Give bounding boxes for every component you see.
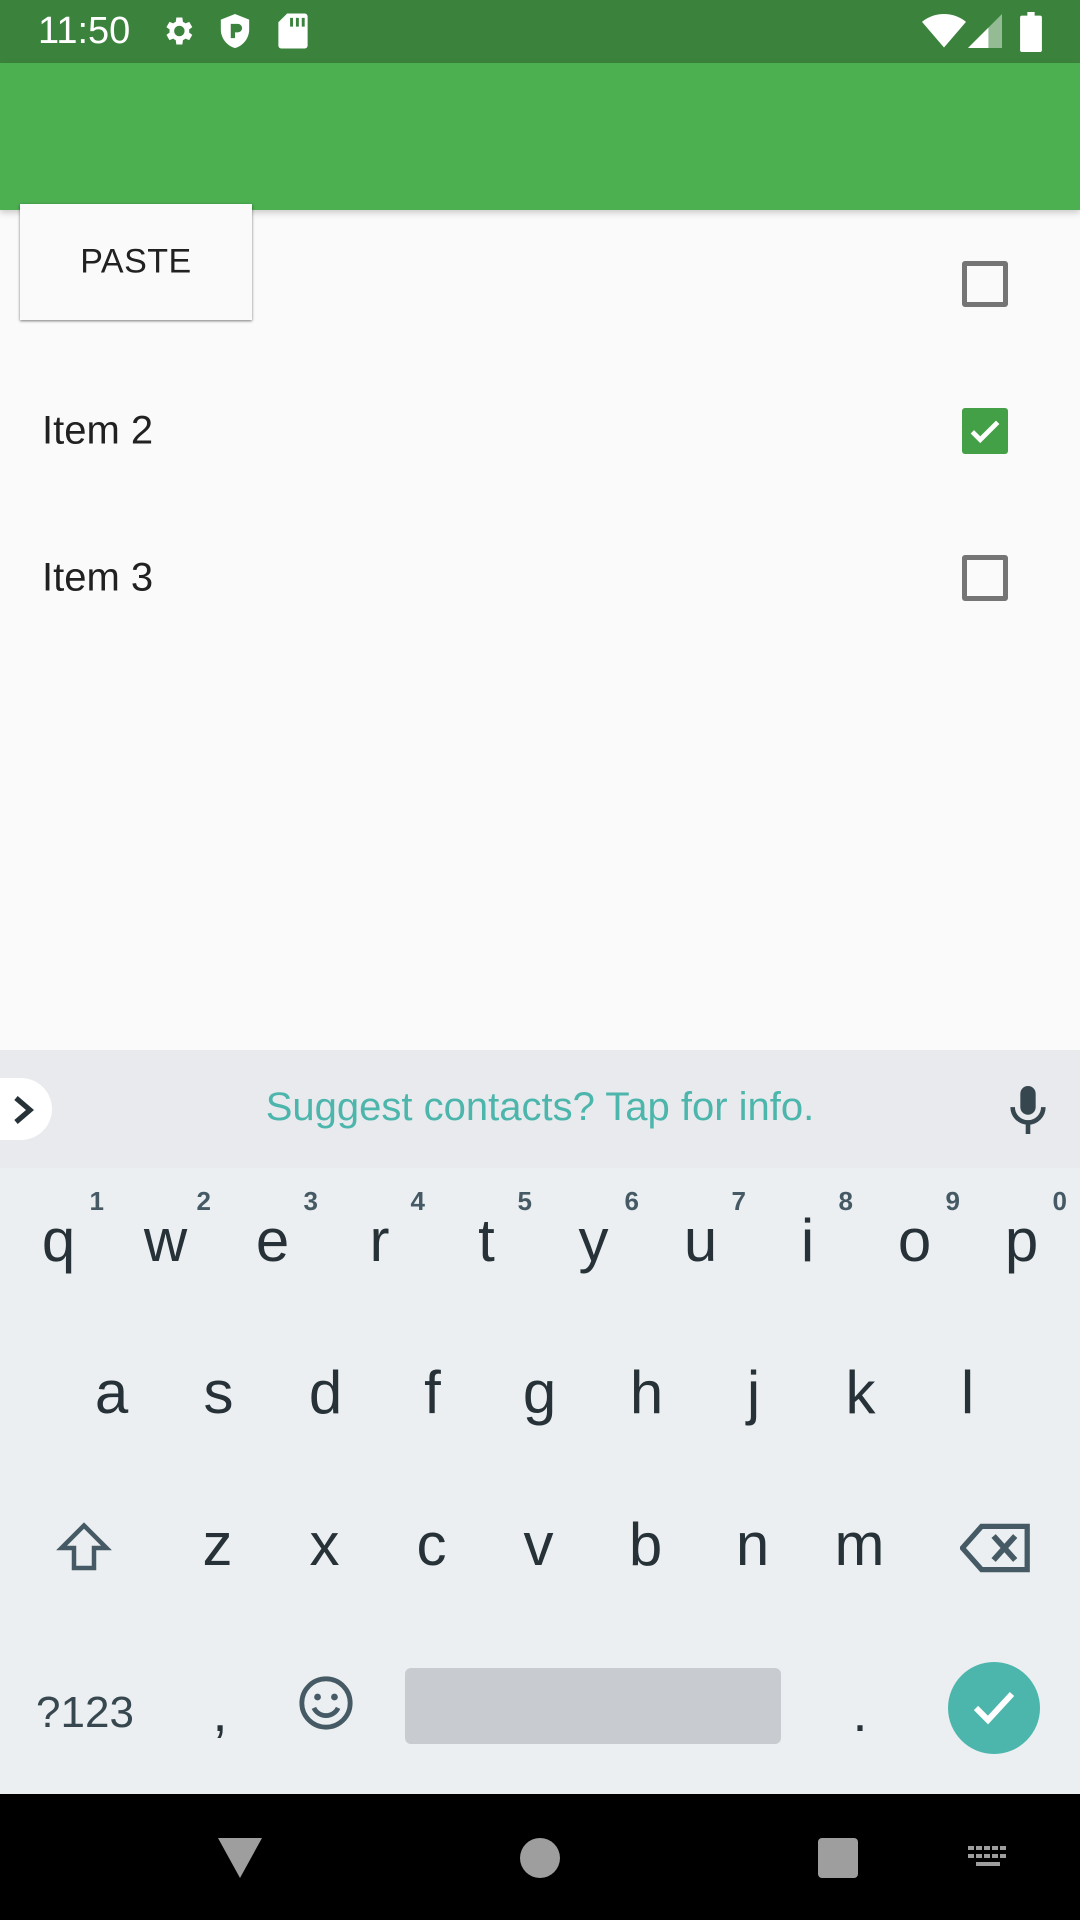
key-n[interactable]: n <box>699 1472 806 1620</box>
back-button[interactable] <box>200 1794 280 1920</box>
comma-key[interactable]: , <box>170 1630 270 1778</box>
key-t[interactable]: t5 <box>433 1168 540 1316</box>
space-key[interactable] <box>405 1668 781 1744</box>
key-label: s <box>203 1359 234 1426</box>
key-j[interactable]: j <box>700 1320 807 1468</box>
keyboard-switch-icon <box>968 1846 1006 1866</box>
back-icon <box>218 1838 262 1878</box>
key-label: d <box>308 1359 343 1426</box>
key-d[interactable]: d <box>272 1320 379 1468</box>
key-label: k <box>845 1359 876 1426</box>
key-k[interactable]: k <box>807 1320 914 1468</box>
key-l[interactable]: l <box>914 1320 1021 1468</box>
recents-button[interactable] <box>800 1794 880 1920</box>
key-label: c <box>416 1511 447 1578</box>
key-label: l <box>960 1359 975 1426</box>
status-time: 11:50 <box>38 10 131 52</box>
key-hint: 2 <box>196 1186 211 1216</box>
key-b[interactable]: b <box>592 1472 699 1620</box>
key-c[interactable]: c <box>378 1472 485 1620</box>
key-e[interactable]: e3 <box>219 1168 326 1316</box>
item-label: Item 2 <box>42 408 154 452</box>
key-a[interactable]: a <box>58 1320 165 1468</box>
key-hint: 7 <box>731 1186 746 1216</box>
symbols-label: ?123 <box>36 1688 134 1737</box>
navigation-bar <box>0 1794 1080 1920</box>
key-label: x <box>309 1511 340 1578</box>
key-label: m <box>834 1511 885 1578</box>
recents-icon <box>818 1838 858 1878</box>
keyboard-switch-button[interactable] <box>960 1794 1060 1920</box>
item-checkbox[interactable] <box>962 260 1008 307</box>
emoji-key[interactable] <box>275 1630 375 1778</box>
sd-card-icon <box>278 12 308 55</box>
backspace-key[interactable] <box>940 1472 1080 1620</box>
paste-button[interactable]: PASTE <box>20 204 252 320</box>
paste-label: PASTE <box>80 242 192 281</box>
key-hint: 3 <box>303 1186 318 1216</box>
key-h[interactable]: h <box>593 1320 700 1468</box>
key-y[interactable]: y6 <box>540 1168 647 1316</box>
item-checkbox[interactable] <box>962 554 1008 601</box>
done-key[interactable] <box>948 1662 1040 1754</box>
app-bar <box>0 63 1080 210</box>
key-hint: 6 <box>624 1186 639 1216</box>
settings-icon <box>160 12 196 55</box>
key-s[interactable]: s <box>165 1320 272 1468</box>
period-label: . <box>852 1683 868 1743</box>
key-m[interactable]: m <box>806 1472 913 1620</box>
shift-key[interactable] <box>0 1472 170 1620</box>
key-hint: 5 <box>517 1186 532 1216</box>
list-item[interactable]: Item 2 <box>0 357 1080 504</box>
emoji-icon <box>299 1676 353 1730</box>
checkmark-icon <box>973 1691 1015 1725</box>
home-button[interactable] <box>500 1794 580 1920</box>
key-u[interactable]: u7 <box>647 1168 754 1316</box>
suggestion-strip: Suggest contacts? Tap for info. <box>0 1050 1080 1168</box>
key-label: g <box>522 1359 557 1426</box>
key-g[interactable]: g <box>486 1320 593 1468</box>
key-hint: 0 <box>1052 1186 1067 1216</box>
soft-keyboard: Suggest contacts? Tap for info. q1w2e3r4… <box>0 1050 1080 1794</box>
key-label: h <box>629 1359 664 1426</box>
backspace-icon <box>960 1523 1030 1573</box>
status-bar: 11:50 <box>0 0 1080 63</box>
key-i[interactable]: i8 <box>754 1168 861 1316</box>
key-hint: 4 <box>410 1186 425 1216</box>
key-o[interactable]: o9 <box>861 1168 968 1316</box>
suggestion-text[interactable]: Suggest contacts? Tap for info. <box>0 1082 1080 1132</box>
shift-icon <box>56 1522 112 1571</box>
key-label: f <box>424 1359 441 1426</box>
microphone-icon[interactable] <box>1005 1084 1051 1141</box>
key-f[interactable]: f <box>379 1320 486 1468</box>
key-label: b <box>628 1511 663 1578</box>
key-r[interactable]: r4 <box>326 1168 433 1316</box>
key-p[interactable]: p0 <box>968 1168 1075 1316</box>
item-checkbox[interactable] <box>962 407 1008 454</box>
key-label: a <box>94 1359 129 1426</box>
battery-icon <box>1020 12 1042 57</box>
comma-label: , <box>212 1683 228 1743</box>
key-hint: 1 <box>89 1186 104 1216</box>
shield-icon <box>218 12 252 55</box>
key-w[interactable]: w2 <box>112 1168 219 1316</box>
key-label: j <box>746 1359 761 1426</box>
key-x[interactable]: x <box>271 1472 378 1620</box>
symbols-key[interactable]: ?123 <box>20 1630 150 1778</box>
period-key[interactable]: . <box>810 1630 910 1778</box>
key-label: z <box>202 1511 233 1578</box>
key-label: v <box>523 1511 554 1578</box>
key-label: n <box>735 1511 770 1578</box>
key-hint: 8 <box>838 1186 853 1216</box>
key-v[interactable]: v <box>485 1472 592 1620</box>
checkmark-icon <box>970 420 1000 443</box>
home-icon <box>520 1838 560 1878</box>
key-z[interactable]: z <box>164 1472 271 1620</box>
item-label: Item 3 <box>42 555 154 599</box>
key-hint: 9 <box>945 1186 960 1216</box>
cell-signal-icon <box>968 14 1002 53</box>
key-q[interactable]: q1 <box>5 1168 112 1316</box>
list-item[interactable]: Item 3 <box>0 504 1080 651</box>
wifi-icon <box>922 14 966 53</box>
